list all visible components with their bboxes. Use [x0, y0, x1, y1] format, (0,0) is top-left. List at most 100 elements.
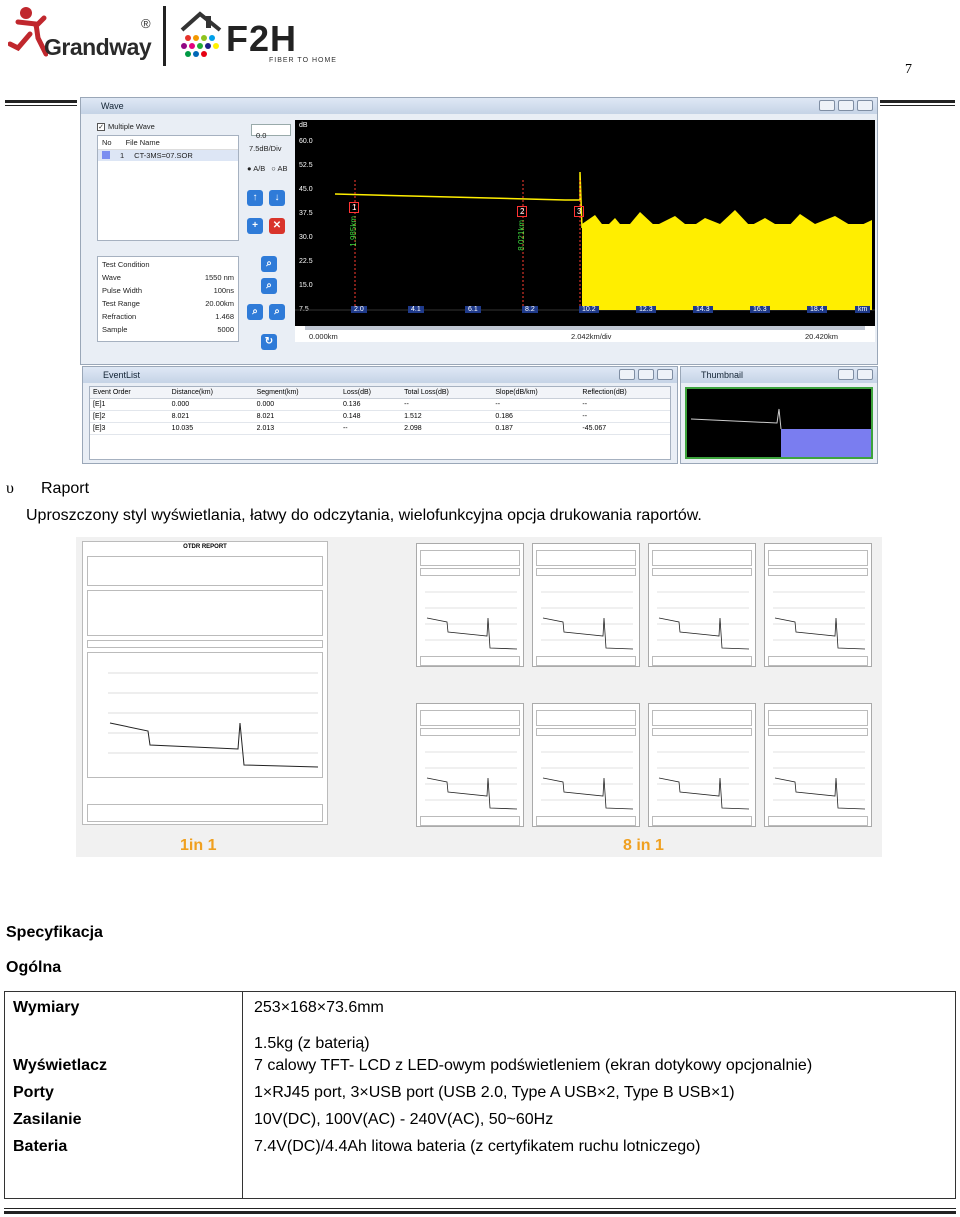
bullet-symbol: υ	[6, 480, 14, 497]
footer-rule-thin	[4, 1208, 956, 1209]
mini-report	[532, 543, 640, 667]
event-marker-2[interactable]: 2	[517, 206, 528, 217]
multiple-wave-checkbox[interactable]: ✓	[97, 122, 105, 131]
spec-key: Bateria	[13, 1137, 68, 1155]
event-table-cell: --	[579, 410, 670, 423]
mode-radio-ab[interactable]: ● A/B	[247, 164, 265, 173]
minimize-button[interactable]	[819, 100, 835, 111]
x-tick-label: 6.1	[465, 306, 481, 313]
test-condition-label: Sample	[102, 325, 128, 334]
spec-row: Zasilanie 10V(DC), 100V(AC) - 240V(AC), 5…	[5, 1106, 955, 1133]
report-1in1: OTDR REPORT	[82, 541, 328, 825]
offset-input[interactable]: 0.0	[251, 124, 291, 140]
event-marker-3[interactable]: 3	[574, 206, 585, 217]
house-dots-icon	[180, 11, 222, 57]
mini-report	[648, 703, 756, 827]
file-list-panel: ✓ Multiple Wave No File Name 1 CT-3MS=07…	[97, 122, 239, 246]
spec-key: Zasilanie	[13, 1110, 82, 1128]
eventlist-minimize-button[interactable]	[619, 369, 635, 380]
event-2-distance: 8.021km	[517, 220, 526, 251]
eventlist-title: EventList	[103, 370, 141, 380]
file-row[interactable]: 1 CT-3MS=07.SOR	[98, 150, 238, 161]
noise-floor-area	[582, 224, 872, 310]
report-1in1-graph	[87, 652, 323, 778]
label-1in1: 1in 1	[180, 837, 217, 854]
grandway-logo-text: Grandway	[44, 34, 152, 60]
range-bar: 0.000km 2.042km/div 20.420km	[295, 326, 875, 342]
report-title: Raport	[41, 480, 90, 497]
event-table-cell: 8.021	[168, 410, 254, 423]
event-table-header[interactable]: Slope(dB/km)	[492, 387, 580, 399]
thumbnail-graph[interactable]	[685, 387, 873, 459]
thumbnail-minimize-button[interactable]	[838, 369, 854, 380]
event-table-cell: 0.000	[253, 398, 340, 411]
x-tick-label: 16.3	[750, 306, 770, 313]
event-table-cell: -45.067	[579, 422, 670, 435]
event-table-header[interactable]: Segment(km)	[253, 387, 340, 399]
thumbnail-title: Thumbnail	[701, 370, 744, 380]
list-header-file: File Name	[125, 138, 160, 147]
zoom-v-icon[interactable]: ⌕	[269, 304, 285, 320]
mini-report	[648, 543, 756, 667]
close-button[interactable]	[857, 100, 873, 111]
mini-report	[416, 543, 524, 667]
eventlist-maximize-button[interactable]	[638, 369, 654, 380]
report-1in1-title: OTDR REPORT	[183, 544, 227, 550]
page-number: 7	[905, 62, 912, 77]
event-table-cell: --	[579, 398, 670, 411]
test-condition-value: 100ns	[213, 286, 234, 295]
range-end: 20.420km	[805, 332, 838, 341]
test-condition-row: Wave 1550 nm	[102, 273, 234, 282]
event-table-header[interactable]: Total Loss(dB)	[401, 387, 493, 399]
event-table-row[interactable]: [E]3 10.035 2.013 -- 2.098 0.187 -45.067	[90, 422, 670, 435]
trace-line	[334, 171, 583, 229]
delete-button[interactable]: ✕	[269, 218, 285, 234]
event-marker-1[interactable]: 1	[349, 202, 360, 213]
event-table-header[interactable]: Loss(dB)	[339, 387, 402, 399]
event-table-header[interactable]: Reflection(dB)	[579, 387, 670, 399]
refresh-icon[interactable]: ↻	[261, 334, 277, 350]
add-button[interactable]: +	[247, 218, 263, 234]
maximize-button[interactable]	[838, 100, 854, 111]
footer-rule	[4, 1211, 956, 1214]
event-table-cell: 2.098	[401, 422, 493, 435]
event-table-row[interactable]: [E]1 0.000 0.000 0.136 -- -- --	[90, 398, 670, 411]
wave-window: Wave ✓ Multiple Wave No File Name 1 CT-3…	[80, 97, 878, 365]
test-condition-value: 1550 nm	[204, 273, 234, 282]
runner-icon	[8, 7, 48, 57]
mini-report	[416, 703, 524, 827]
report-preview-image: OTDR REPORT 1in 1 8 in 1	[76, 537, 882, 857]
event-1-distance: 1.985km	[349, 216, 358, 247]
mode-radio-a-b[interactable]: ○ AB	[271, 164, 287, 173]
event-table-cell: --	[492, 398, 580, 411]
range-scrollbar[interactable]	[305, 326, 865, 330]
eventlist-window: EventList Event Order Distance(km) Segment…	[82, 366, 678, 464]
spec-value: 1×RJ45 port, 3×USB port (USB 2.0, Type A…	[254, 1083, 735, 1101]
zoom-h-icon[interactable]: ⌕	[247, 304, 263, 320]
mini-report	[764, 703, 872, 827]
zoom-out-icon[interactable]: ⌕	[261, 278, 277, 294]
x-unit-label: km	[855, 306, 871, 313]
arrow-down-button[interactable]: ↓	[269, 190, 285, 206]
event-table-cell: 0.000	[168, 398, 254, 411]
test-condition-value: 1.468	[215, 312, 234, 321]
spec-row: Wyświetlacz 7 calowy TFT- LCD z LED-owym …	[5, 1053, 955, 1080]
event-table-header[interactable]: Distance(km)	[168, 387, 254, 399]
event-table-row[interactable]: [E]2 8.021 8.021 0.148 1.512 0.186 --	[90, 410, 670, 423]
arrow-up-button[interactable]: ↑	[247, 190, 263, 206]
spec-value: 10V(DC), 100V(AC) - 240V(AC), 50~60Hz	[254, 1110, 554, 1128]
range-start: 0.000km	[309, 332, 338, 341]
event-table-cell: 1.512	[401, 410, 493, 423]
test-condition-label: Test Range	[102, 299, 140, 308]
test-condition-panel: Test Condition Wave 1550 nm Pulse Width 100…	[97, 256, 239, 342]
event-table-header[interactable]: Event Order	[90, 387, 169, 399]
eventlist-close-button[interactable]	[657, 369, 673, 380]
x-tick-label: 10.2	[579, 306, 599, 313]
zoom-in-icon[interactable]: ⌕	[261, 256, 277, 272]
otdr-trace-graph[interactable]: dB 60.052.545.037.530.022.515.07.5 1 1.9…	[295, 120, 875, 342]
spec-subheading: Ogólna	[6, 959, 62, 976]
thumbnail-close-button[interactable]	[857, 369, 873, 380]
spec-row: 1.5kg (z baterią)	[5, 1022, 955, 1053]
eventlist-titlebar: EventList	[83, 367, 677, 383]
event-table-cell: [E]2	[90, 410, 169, 423]
